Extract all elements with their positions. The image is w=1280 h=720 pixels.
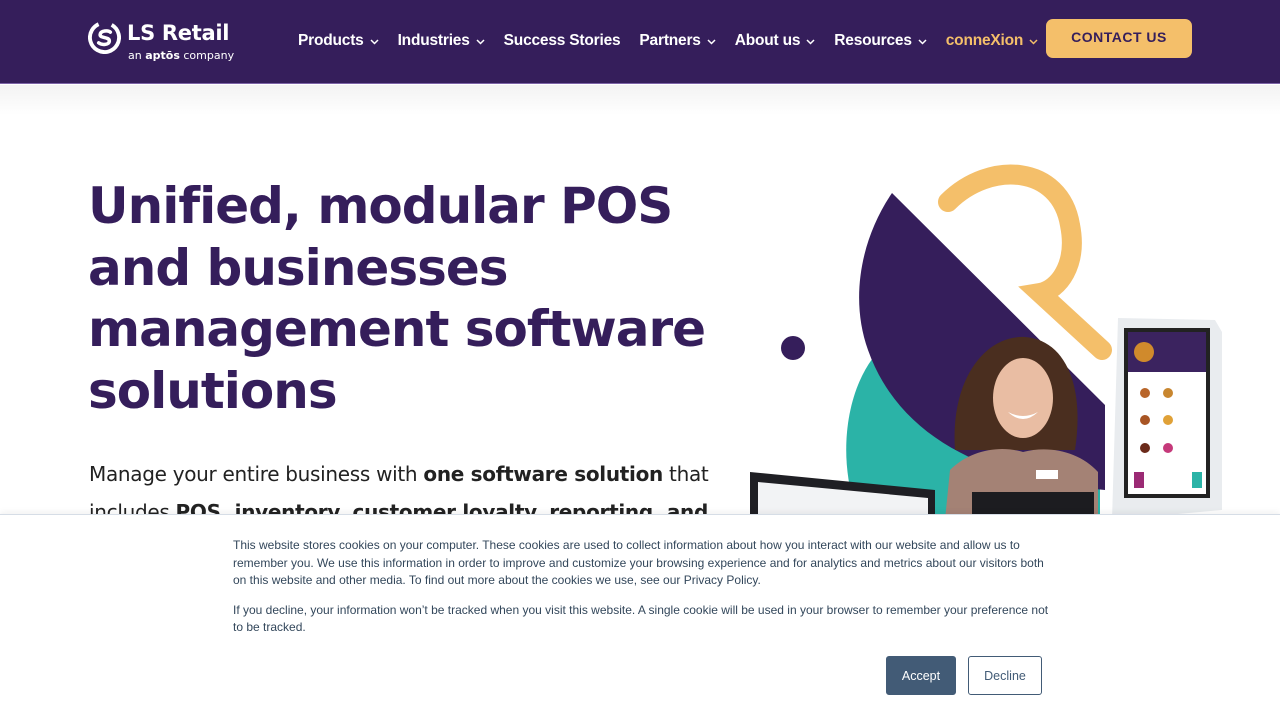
brand-tagline: an aptōs company	[128, 49, 234, 62]
nav-label: Partners	[639, 32, 701, 49]
contact-us-button[interactable]: CONTACT US	[1046, 19, 1192, 58]
chevron-down-icon	[806, 39, 815, 45]
nav-item-industries[interactable]: Industries	[398, 32, 485, 50]
cookie-text: This website stores cookies on your comp…	[233, 537, 1053, 649]
kiosk	[1112, 318, 1222, 520]
cookie-paragraph-2: If you decline, your information won’t b…	[233, 602, 1049, 635]
hero-title: Unified, modular POS and businesses mana…	[88, 177, 706, 420]
nav-item-resources[interactable]: Resources	[834, 32, 927, 50]
decline-cookies-button[interactable]: Decline	[968, 656, 1042, 695]
chevron-down-icon	[707, 39, 716, 45]
site-header: LS Retail an aptōs company Products Indu…	[0, 0, 1280, 84]
accept-cookies-button[interactable]: Accept	[886, 656, 956, 695]
tagline-suffix: company	[179, 49, 235, 62]
chevron-down-icon	[1029, 39, 1038, 45]
nav-label: Resources	[834, 32, 912, 49]
nav-label: Success Stories	[503, 32, 621, 49]
nav-item-success-stories[interactable]: Success Stories	[504, 32, 621, 50]
nav-label: conneXion	[945, 32, 1024, 49]
hero-image	[740, 150, 1240, 520]
nav-label: About us	[734, 32, 801, 49]
nav-item-connexion[interactable]: conneXion	[946, 32, 1038, 50]
header-shadow	[0, 85, 1280, 115]
main-nav: Products Industries Success Stories Part…	[298, 30, 1057, 52]
nav-item-about-us[interactable]: About us	[735, 32, 816, 50]
nav-label: Products	[298, 32, 364, 49]
nav-item-products[interactable]: Products	[298, 32, 379, 50]
desc-text: Manage your entire business with	[89, 462, 424, 486]
tagline-brand: aptōs	[145, 49, 180, 62]
cookie-paragraph-1: This website stores cookies on your comp…	[233, 538, 1044, 587]
ls-retail-logo[interactable]: LS Retail an aptōs company	[88, 20, 238, 64]
brand-name: LS Retail	[127, 21, 230, 45]
tagline-prefix: an	[128, 49, 146, 62]
hero-illustration	[750, 164, 1222, 520]
nav-label: Industries	[397, 32, 470, 49]
cookie-banner: This website stores cookies on your comp…	[0, 514, 1280, 720]
chevron-down-icon	[476, 39, 485, 45]
chevron-down-icon	[918, 39, 927, 45]
purple-dot	[781, 336, 805, 360]
nav-item-partners[interactable]: Partners	[639, 32, 716, 50]
ls-logo-icon	[88, 21, 121, 54]
chevron-down-icon	[370, 39, 379, 45]
desc-bold: one software solution	[423, 462, 663, 486]
